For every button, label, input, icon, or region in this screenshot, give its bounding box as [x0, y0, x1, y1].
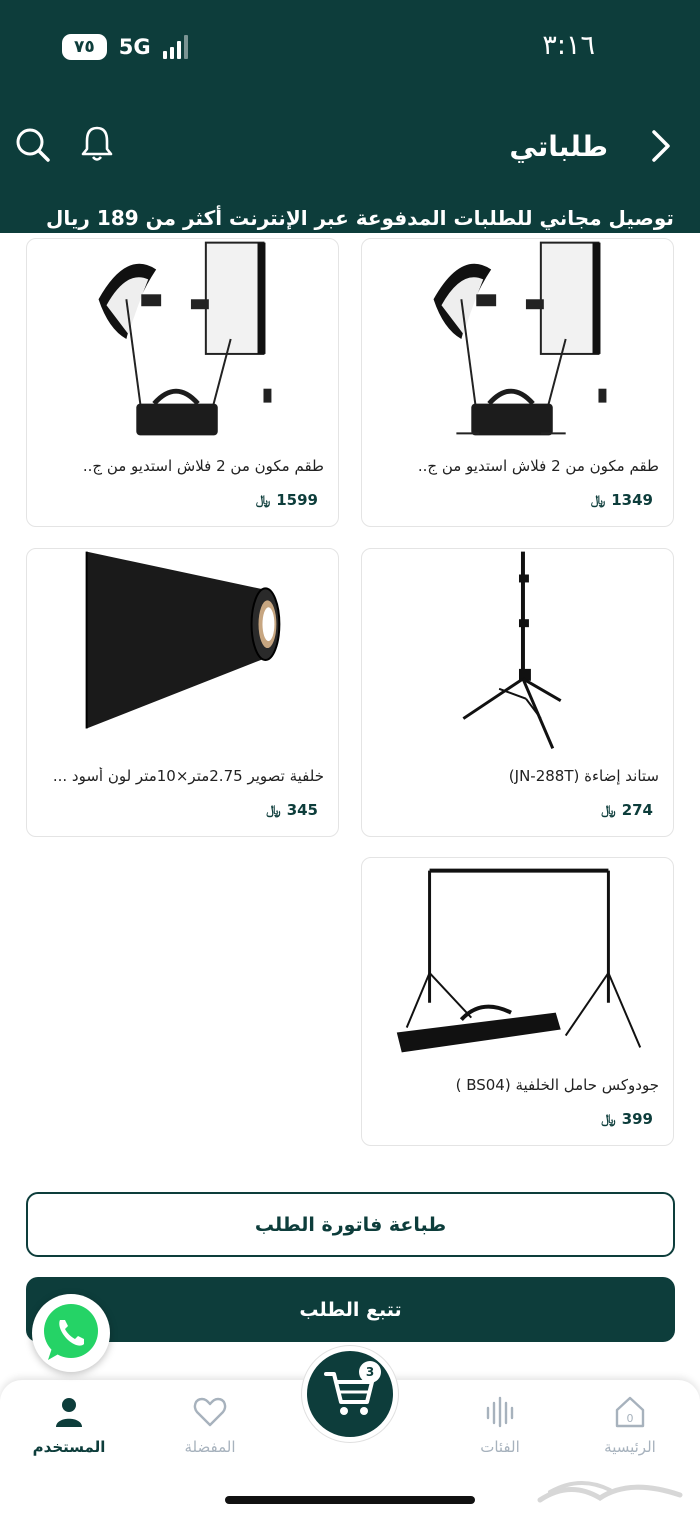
product-name: طقم مكون من 2 فلاش استديو من ج.. [417, 457, 659, 475]
riyal-icon: ﷼ [601, 1111, 616, 1127]
battery-indicator: ٧٥ [62, 34, 107, 60]
product-price: 345 ﷼ [266, 801, 318, 819]
print-invoice-button[interactable]: طباعة فاتورة الطلب [26, 1192, 675, 1257]
product-card[interactable]: جودوكس حامل الخلفية (BS04 ) 399 ﷼ [361, 857, 674, 1146]
backdrop-roll-image [85, 551, 281, 729]
whatsapp-icon [44, 1304, 98, 1360]
status-time: ٣:١٦ [542, 30, 595, 61]
backdrop-stand-image [396, 868, 642, 1053]
nav-row: طلباتي [0, 120, 700, 170]
promo-banner: توصيل مجاني للطلبات المدفوعة عبر الإنترن… [46, 206, 674, 230]
home-indicator [225, 1496, 475, 1504]
price-value: 345 [286, 801, 318, 819]
product-price: 1599 ﷼ [256, 491, 318, 509]
bell-icon[interactable] [78, 124, 116, 164]
tab-home-label: الرئيسية [604, 1438, 656, 1456]
whatsapp-button[interactable] [32, 1294, 110, 1372]
product-card[interactable]: طقم مكون من 2 فلاش استديو من ج.. 1349 ﷼ [361, 238, 674, 527]
product-name: جودوكس حامل الخلفية (BS04 ) [455, 1076, 659, 1094]
flash-kit-image [98, 241, 272, 436]
track-order-button[interactable]: تتبع الطلب [26, 1277, 675, 1342]
product-price: 274 ﷼ [601, 801, 653, 819]
price-value: 274 [621, 801, 653, 819]
product-name: ستاند إضاءة (JN-288T) [508, 767, 659, 785]
cart-count-badge: 3 [359, 1361, 381, 1383]
user-icon [56, 1398, 82, 1427]
riyal-icon: ﷼ [266, 802, 281, 818]
price-value: 1349 [611, 491, 653, 509]
signal-icon [162, 35, 188, 59]
tab-favorites[interactable]: المفضلة [155, 1394, 265, 1456]
search-icon[interactable] [14, 124, 52, 164]
flash-kit-image [433, 241, 607, 436]
heart-icon [193, 1397, 227, 1427]
product-card[interactable]: خلفية تصوير 2.75متر×10متر لون أسود ... 3… [26, 548, 339, 837]
tab-user-label: المستخدم [32, 1438, 106, 1456]
price-value: 399 [621, 1110, 653, 1128]
price-value: 1599 [276, 491, 318, 509]
riyal-icon: ﷼ [590, 492, 606, 508]
cart-button[interactable]: 3 [302, 1346, 398, 1442]
app-header: ٧٥ 5G ٣:١٦ طلباتي توصيل مجاني للطلبات ال… [0, 0, 700, 233]
riyal-icon: ﷼ [601, 802, 616, 818]
tab-user[interactable]: المستخدم [14, 1394, 124, 1456]
product-card[interactable]: ستاند إضاءة (JN-288T) 274 ﷼ [361, 548, 674, 837]
product-card[interactable]: طقم مكون من 2 فلاش استديو من ج.. 1599 ﷼ [26, 238, 339, 527]
categories-icon [486, 1396, 514, 1428]
tab-categories[interactable]: الفئات [445, 1394, 555, 1456]
home-badge: 0 [627, 1412, 634, 1425]
tab-categories-label: الفئات [480, 1438, 520, 1456]
product-name: طقم مكون من 2 فلاش استديو من ج.. [82, 457, 324, 475]
product-price: 399 ﷼ [601, 1110, 653, 1128]
product-price: 1349 ﷼ [591, 491, 653, 509]
home-icon: 0 [615, 1396, 645, 1428]
chevron-right-icon[interactable] [646, 126, 676, 166]
network-label: 5G [118, 35, 151, 59]
product-name: خلفية تصوير 2.75متر×10متر لون أسود ... [52, 767, 324, 785]
status-indicators: ٧٥ 5G [62, 34, 188, 60]
riyal-icon: ﷼ [255, 492, 271, 508]
light-stand-image [462, 551, 562, 749]
tab-favorites-label: المفضلة [184, 1438, 236, 1456]
watermark-logo [537, 1480, 683, 1503]
tab-home[interactable]: 0 الرئيسية [575, 1394, 685, 1456]
page-title: طلباتي [509, 130, 608, 163]
